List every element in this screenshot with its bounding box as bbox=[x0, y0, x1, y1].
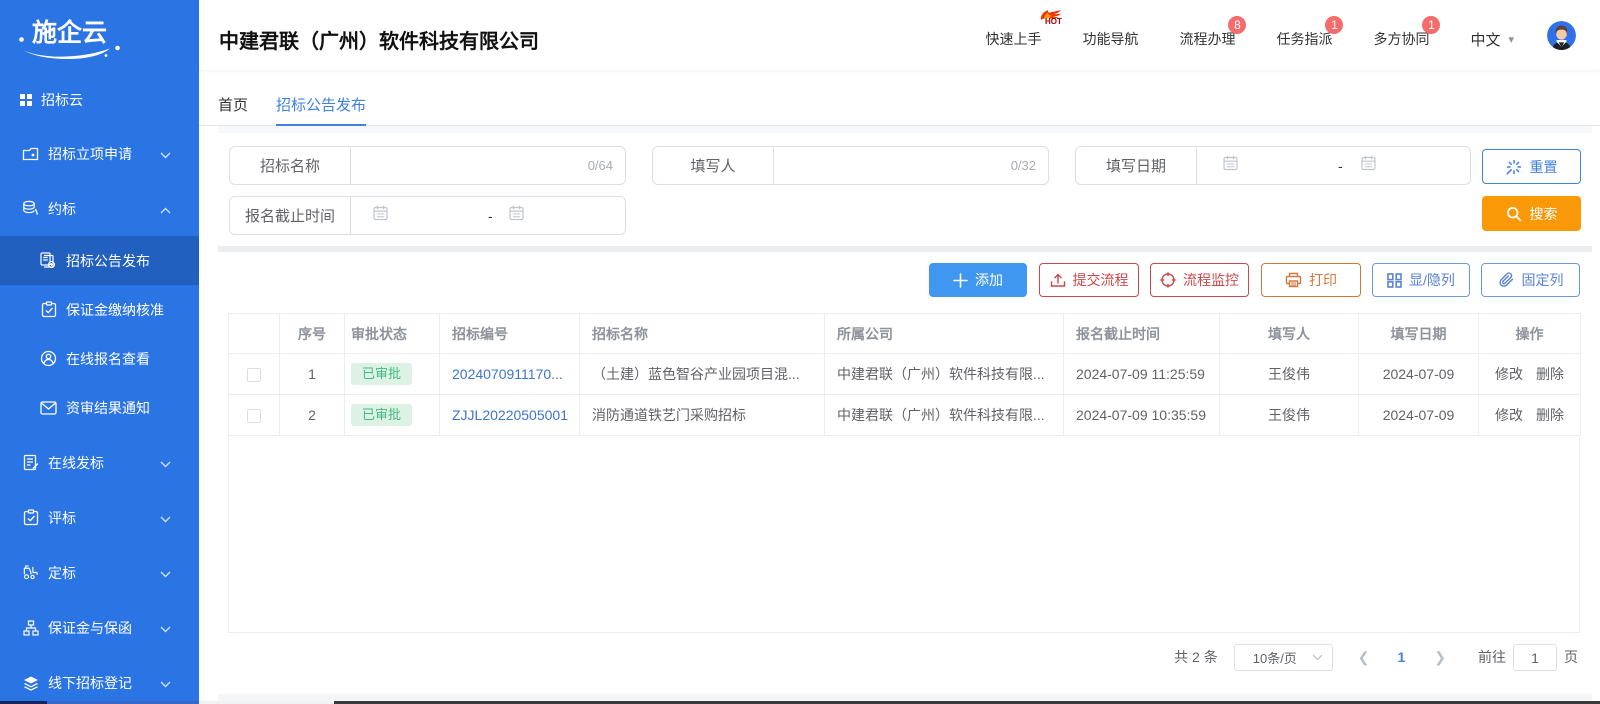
svg-text:HOT: HOT bbox=[1045, 17, 1062, 25]
